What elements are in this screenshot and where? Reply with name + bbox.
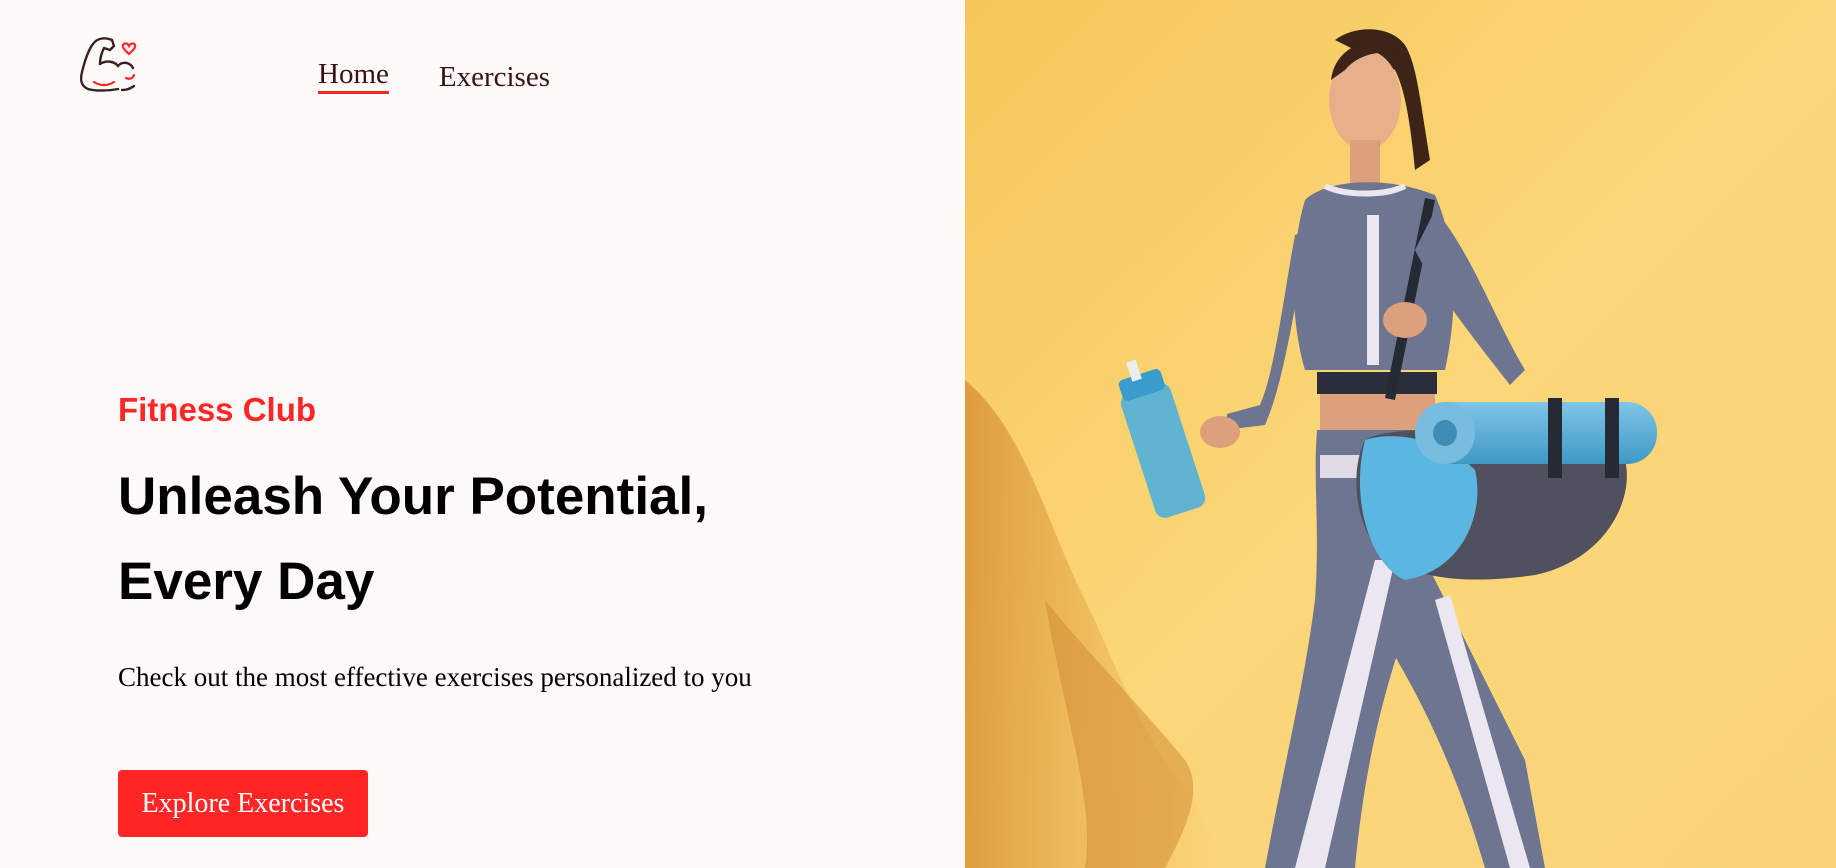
hero-title: Unleash Your Potential, Every Day <box>118 466 708 611</box>
logo[interactable] <box>78 34 142 96</box>
main-nav: Home Exercises <box>318 60 550 94</box>
banner-image <box>965 0 1836 868</box>
nav-link-exercises[interactable]: Exercises <box>439 63 550 92</box>
hero-subtitle: Check out the most effective exercises p… <box>118 661 752 692</box>
explore-exercises-button[interactable]: Explore Exercises <box>118 770 368 837</box>
hero-eyebrow: Fitness Club <box>118 391 317 428</box>
woman-walking-photo <box>965 0 1836 868</box>
flexed-arm-heart-icon <box>79 37 137 92</box>
nav-link-home[interactable]: Home <box>318 60 389 94</box>
hero-section: Fitness Club Unleash Your Potential, Eve… <box>118 390 938 693</box>
page: Home Exercises Fitness Club Unleash Your… <box>0 0 1836 868</box>
